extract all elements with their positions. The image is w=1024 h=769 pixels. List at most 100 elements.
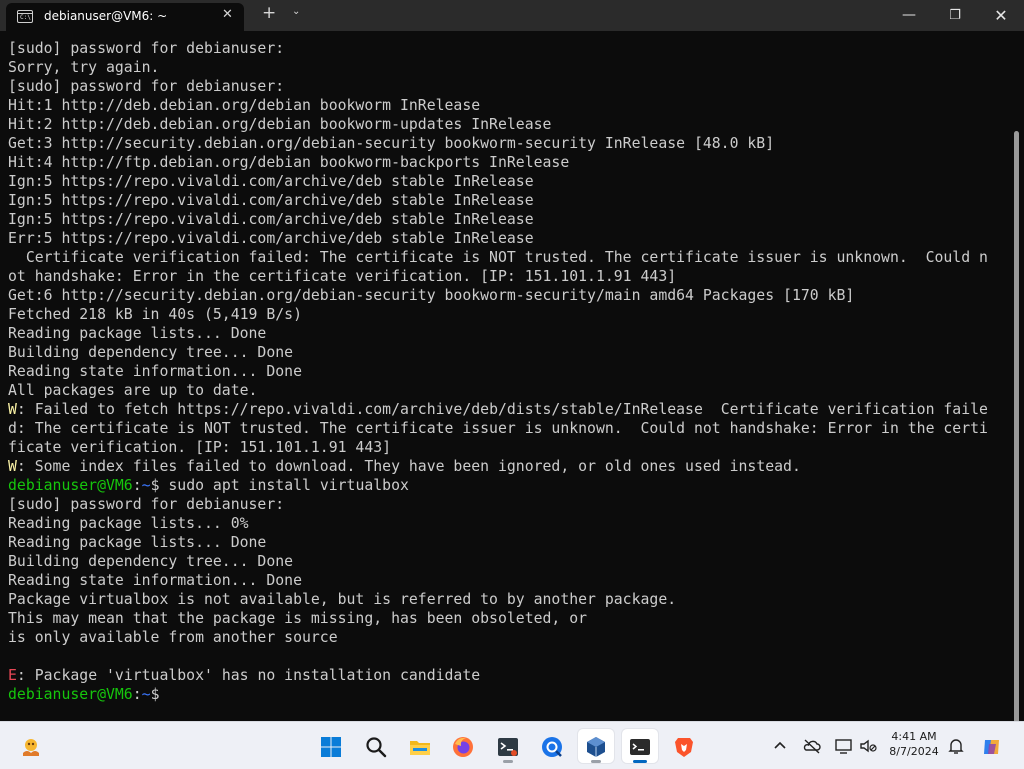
terminal-text-segment: Get:6 http://security.debian.org/debian-… bbox=[8, 287, 855, 304]
terminal-text-segment: Certificate verification failed: The cer… bbox=[8, 249, 988, 266]
terminal-button[interactable] bbox=[622, 729, 658, 763]
terminal-line: This may mean that the package is missin… bbox=[8, 609, 988, 628]
terminal-line: [sudo] password for debianuser: bbox=[8, 77, 988, 96]
volume-muted-icon[interactable] bbox=[858, 736, 878, 756]
terminal-text-segment: Err:5 https://repo.vivaldi.com/archive/d… bbox=[8, 230, 534, 247]
terminal-text-segment: d: The certificate is NOT trusted. The c… bbox=[8, 420, 988, 437]
search-icon bbox=[366, 737, 387, 758]
virtualbox-button[interactable] bbox=[578, 729, 614, 763]
weather-icon bbox=[23, 739, 39, 756]
terminal-text-segment: Reading state information... Done bbox=[8, 572, 302, 589]
terminal-text-segment: Reading package lists... Done bbox=[8, 534, 267, 551]
tab-close-icon[interactable]: ✕ bbox=[222, 7, 233, 22]
terminal-line: d: The certificate is NOT trusted. The c… bbox=[8, 419, 988, 438]
terminal-line: Reading package lists... 0% bbox=[8, 514, 988, 533]
browser-button[interactable] bbox=[534, 729, 570, 763]
terminal-text-segment: ficate verification. [IP: 151.101.1.91 4… bbox=[8, 439, 392, 456]
git-bash-icon bbox=[498, 738, 518, 756]
terminal-line: E: Package 'virtualbox' has no installat… bbox=[8, 666, 988, 685]
terminal-text-segment: : Some index files failed to download. T… bbox=[16, 458, 801, 475]
tab-icon-text: C:\ bbox=[20, 14, 31, 21]
terminal-text-segment: This may mean that the package is missin… bbox=[8, 610, 588, 627]
brave-icon bbox=[675, 738, 693, 757]
terminal-text-segment: Hit:2 http://deb.debian.org/debian bookw… bbox=[8, 116, 552, 133]
terminal-line: Reading package lists... Done bbox=[8, 324, 988, 343]
terminal-text-segment: All packages are up to date. bbox=[8, 382, 258, 399]
terminal-line: Hit:4 http://ftp.debian.org/debian bookw… bbox=[8, 153, 988, 172]
minimize-button[interactable]: — bbox=[886, 0, 932, 31]
terminal-line: [sudo] password for debianuser: bbox=[8, 39, 988, 58]
taskbar-clock[interactable]: 4:41 AM 8/7/2024 bbox=[886, 729, 942, 759]
terminal-text-segment: Get:3 http://security.debian.org/debian-… bbox=[8, 135, 775, 152]
terminal-text-segment: : Failed to fetch https://repo.vivaldi.c… bbox=[16, 401, 988, 418]
terminal-line: Reading state information... Done bbox=[8, 362, 988, 381]
terminal-line: Get:6 http://security.debian.org/debian-… bbox=[8, 286, 988, 305]
network-monitor-icon[interactable] bbox=[834, 736, 854, 756]
title-bar: C:\ debianuser@VM6: ~ ✕ + ⌄ — ❐ ✕ bbox=[0, 0, 1024, 31]
terminal-text-segment: [sudo] password for debianuser: bbox=[8, 40, 285, 57]
terminal-line: Certificate verification failed: The cer… bbox=[8, 248, 988, 267]
terminal-line: Ign:5 https://repo.vivaldi.com/archive/d… bbox=[8, 210, 988, 229]
clock-date: 8/7/2024 bbox=[889, 745, 939, 758]
start-button[interactable] bbox=[313, 729, 349, 763]
terminal-line: Reading package lists... Done bbox=[8, 533, 988, 552]
terminal-text-segment: is only available from another source bbox=[8, 629, 338, 646]
virtualbox-icon bbox=[587, 737, 605, 757]
terminal-line: Hit:2 http://deb.debian.org/debian bookw… bbox=[8, 115, 988, 134]
windows-logo-icon bbox=[321, 737, 341, 757]
terminal-text-segment: Reading state information... Done bbox=[8, 363, 302, 380]
new-tab-button[interactable]: + bbox=[262, 3, 276, 23]
close-window-button[interactable]: ✕ bbox=[978, 0, 1024, 31]
terminal-text-segment: Building dependency tree... Done bbox=[8, 553, 294, 570]
terminal-text-segment: Fetched 218 kB in 40s (5,419 B/s) bbox=[8, 306, 302, 323]
terminal-line: Reading state information... Done bbox=[8, 571, 988, 590]
brave-button[interactable] bbox=[666, 729, 702, 763]
terminal-text-segment: E bbox=[8, 667, 17, 684]
terminal-line: Building dependency tree... Done bbox=[8, 343, 988, 362]
terminal-line: Ign:5 https://repo.vivaldi.com/archive/d… bbox=[8, 172, 988, 191]
terminal-text-segment: Package virtualbox is not available, but… bbox=[8, 591, 677, 608]
terminal-text-segment: : bbox=[132, 686, 142, 703]
clock-time: 4:41 AM bbox=[891, 730, 937, 743]
file-explorer-button[interactable] bbox=[402, 729, 438, 763]
terminal-text-segment: Building dependency tree... Done bbox=[8, 344, 294, 361]
git-bash-button[interactable] bbox=[490, 729, 526, 763]
terminal-line: Fetched 218 kB in 40s (5,419 B/s) bbox=[8, 305, 988, 324]
copilot-icon bbox=[984, 740, 999, 754]
maximize-button[interactable]: ❐ bbox=[932, 0, 978, 31]
terminal-line: Sorry, try again. bbox=[8, 58, 988, 77]
terminal-line: ot handshake: Error in the certificate v… bbox=[8, 267, 988, 286]
terminal-text-segment: W bbox=[8, 401, 17, 418]
terminal-line: W: Failed to fetch https://repo.vivaldi.… bbox=[8, 400, 988, 419]
firefox-button[interactable] bbox=[445, 729, 481, 763]
terminal-line: Hit:1 http://deb.debian.org/debian bookw… bbox=[8, 96, 988, 115]
terminal-text-segment: : bbox=[132, 477, 142, 494]
terminal-line: All packages are up to date. bbox=[8, 381, 988, 400]
terminal-scrollbar[interactable] bbox=[1014, 131, 1019, 721]
show-hidden-icons-chevron-icon[interactable] bbox=[770, 736, 790, 756]
tab-dropdown-chevron-icon[interactable]: ⌄ bbox=[292, 6, 300, 17]
search-button[interactable] bbox=[358, 729, 394, 763]
terminal-text-segment: $ bbox=[150, 686, 169, 703]
terminal-line: Get:3 http://security.debian.org/debian-… bbox=[8, 134, 988, 153]
terminal-line: ficate verification. [IP: 151.101.1.91 4… bbox=[8, 438, 988, 457]
terminal-tab-icon: C:\ bbox=[17, 10, 33, 23]
terminal-line: Ign:5 https://repo.vivaldi.com/archive/d… bbox=[8, 191, 988, 210]
terminal-text-segment: W bbox=[8, 458, 17, 475]
terminal-tab[interactable]: C:\ debianuser@VM6: ~ ✕ bbox=[6, 3, 244, 31]
terminal-output[interactable]: [sudo] password for debianuser: Sorry, tr… bbox=[0, 31, 1024, 721]
notification-bell-icon[interactable] bbox=[946, 736, 966, 756]
terminal-text-segment: ot handshake: Error in the certificate v… bbox=[8, 268, 677, 285]
active-indicator bbox=[633, 760, 647, 763]
terminal-text-segment: debianuser@VM6 bbox=[8, 686, 133, 703]
weather-widget[interactable] bbox=[13, 729, 49, 763]
copilot-button[interactable] bbox=[974, 729, 1010, 763]
terminal-text-segment: debianuser@VM6 bbox=[8, 477, 133, 494]
onedrive-cloud-icon[interactable] bbox=[802, 736, 822, 756]
terminal-line: [sudo] password for debianuser: bbox=[8, 495, 988, 514]
terminal-line: is only available from another source bbox=[8, 628, 988, 647]
tab-title: debianuser@VM6: ~ bbox=[44, 9, 168, 23]
terminal-line: Err:5 https://repo.vivaldi.com/archive/d… bbox=[8, 229, 988, 248]
firefox-icon bbox=[453, 737, 473, 757]
taskbar: 4:41 AM 8/7/2024 bbox=[0, 721, 1024, 769]
